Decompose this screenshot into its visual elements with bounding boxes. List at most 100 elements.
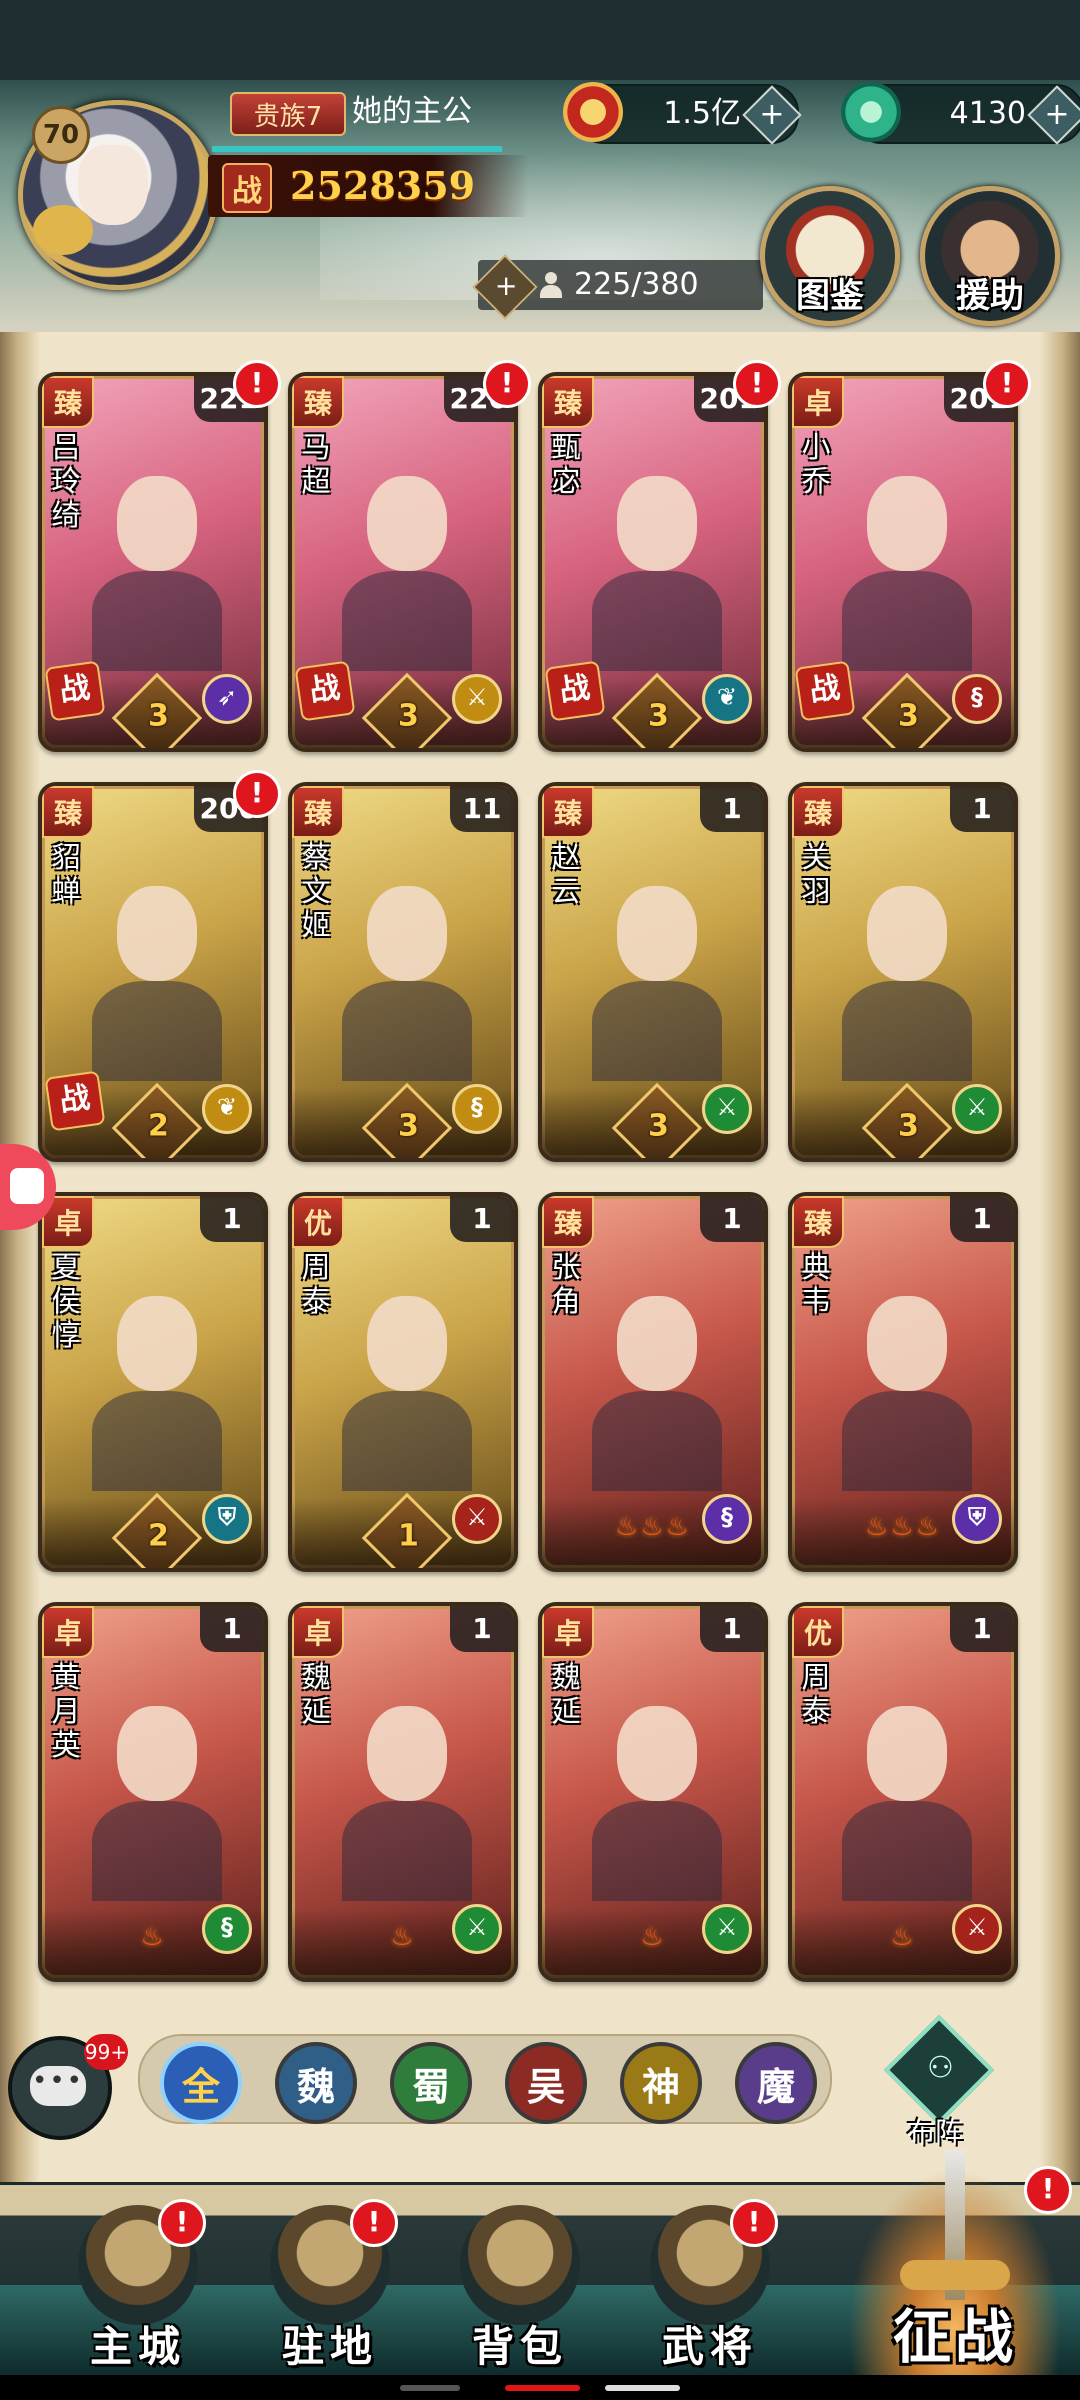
nobility-badge[interactable]: 贵族7 xyxy=(230,92,346,136)
flame-level-icons: ♨ xyxy=(140,1922,166,1952)
faction-filter-button[interactable]: 魔 xyxy=(735,2042,817,2124)
hero-card[interactable]: 臻赵云 1 ⚔ 3 xyxy=(538,782,768,1162)
hero-card[interactable]: 卓黄月英 1 § ♨ xyxy=(38,1602,268,1982)
hero-portrait xyxy=(72,836,242,1086)
hero-name: 魏延 xyxy=(551,1660,581,1728)
hero-card[interactable]: 臻关羽 1 ⚔ 3 xyxy=(788,782,1018,1162)
nav-label: 主城 xyxy=(89,2322,186,2371)
hero-card[interactable]: 卓魏延 1 ⚔ ♨ xyxy=(538,1602,768,1982)
currency-jade: 4130 + xyxy=(841,82,1080,145)
hero-name: 甄宓 xyxy=(551,430,581,498)
hero-card[interactable]: 优周泰 1 ⚔ ♨ xyxy=(788,1602,1018,1982)
hero-portrait xyxy=(322,1246,492,1496)
star-level-value: 3 xyxy=(147,698,169,734)
jade-dragon-icon xyxy=(841,82,901,142)
leaf-icon: ❦ xyxy=(202,1084,252,1134)
lancer-icon: ⚔ xyxy=(452,674,502,724)
currency-copper: 1.5亿 + xyxy=(563,82,802,145)
hero-card[interactable]: 卓夏侯惇 1 ⛨ 2 xyxy=(38,1192,268,1572)
flame-level-icons: ♨ xyxy=(640,1922,666,1952)
player-name: 她的主公 xyxy=(352,94,472,129)
hero-rank-badge: 臻 xyxy=(542,376,594,428)
hero-card[interactable]: 卓魏延 1 ⚔ ♨ xyxy=(288,1602,518,1982)
plus-icon: + xyxy=(494,269,518,302)
hero-alert-badge: ! xyxy=(733,360,781,408)
chat-button[interactable]: ••• 99+ xyxy=(8,2034,128,2140)
flame-level-icons: ♨♨♨ xyxy=(865,1512,941,1542)
faction-filter-button[interactable]: 蜀 xyxy=(390,2042,472,2124)
nav-garrison-button[interactable]: 驻地! xyxy=(250,2195,410,2375)
hero-card[interactable]: 臻吕玲绮 221 战 ➶ 3 xyxy=(38,372,268,752)
hero-portrait xyxy=(72,1246,242,1496)
hero-card[interactable]: 臻貂蝉 200 战 ❦ 2 xyxy=(38,782,268,1162)
campaign-button[interactable]: 征战 ! xyxy=(830,2140,1080,2380)
xp-bar-fill xyxy=(212,146,502,152)
hero-name: 黄月英 xyxy=(51,1660,81,1762)
roster-capacity: + 225/380 xyxy=(472,254,763,320)
hero-rank-badge: 臻 xyxy=(292,786,344,838)
faction-filter-button[interactable]: 神 xyxy=(620,2042,702,2124)
in-battle-badge: 战 xyxy=(44,1070,106,1132)
hero-name: 蔡文姬 xyxy=(301,840,331,942)
hero-level: 1 xyxy=(700,786,764,832)
add-jade-button[interactable]: + xyxy=(1027,85,1080,145)
hero-name: 魏延 xyxy=(301,1660,331,1728)
star-level-value: 2 xyxy=(147,1518,169,1554)
hero-card[interactable]: 卓小乔 201 战 § 3 xyxy=(788,372,1018,752)
hero-portrait xyxy=(822,1656,992,1906)
hero-alert-badge: ! xyxy=(483,360,531,408)
codex-label: 图鉴 xyxy=(796,276,864,316)
faction-filter-button[interactable]: 吴 xyxy=(505,2042,587,2124)
hero-level: 1 xyxy=(450,1606,514,1652)
expand-roster-button[interactable]: + xyxy=(472,254,538,320)
backpack-icon xyxy=(460,2205,580,2325)
add-copper-button[interactable]: + xyxy=(742,85,802,145)
nav-label: 驻地 xyxy=(281,2322,378,2371)
hero-rank-badge: 臻 xyxy=(42,376,94,428)
hero-name: 貂蝉 xyxy=(51,840,81,908)
in-battle-badge: 战 xyxy=(294,660,356,722)
hero-rank-badge: 臻 xyxy=(542,786,594,838)
hero-portrait xyxy=(822,426,992,676)
hero-portrait xyxy=(822,1246,992,1496)
faction-filter-button[interactable]: 全 xyxy=(160,2042,242,2124)
hero-rank-badge: 卓 xyxy=(542,1606,594,1658)
codex-button[interactable]: 图鉴 xyxy=(760,186,900,326)
hero-card[interactable]: 臻张角 1 § ♨♨♨ xyxy=(538,1192,768,1572)
star-level-value: 3 xyxy=(647,698,669,734)
hero-roster-panel: 臻吕玲绮 221 战 ➶ 3! 臻马超 220 战 ⚔ 3! 臻甄宓 201 战 ❦ 3! 卓小乔 201 战 § 3… xyxy=(0,332,1080,2182)
hero-rank-badge: 卓 xyxy=(292,1606,344,1658)
hero-card[interactable]: 臻甄宓 201 战 ❦ 3 xyxy=(538,372,768,752)
hero-level: 1 xyxy=(700,1196,764,1242)
nav-alert-badge: ! xyxy=(350,2199,398,2247)
hero-name: 小乔 xyxy=(801,430,831,498)
nav-main-city-button[interactable]: 主城! xyxy=(58,2195,218,2375)
hero-rank-badge: 卓 xyxy=(792,376,844,428)
hero-card[interactable]: 优周泰 1 ⚔ 1 xyxy=(288,1192,518,1572)
troops-icon: ⚇ xyxy=(883,2014,995,2126)
hero-portrait xyxy=(322,836,492,1086)
flame-level-icons: ♨ xyxy=(390,1922,416,1952)
player-level-badge: 70 xyxy=(32,106,90,164)
nav-generals-button[interactable]: 武将! xyxy=(630,2195,790,2375)
lancer-icon: ⚔ xyxy=(452,1494,502,1544)
hero-name: 吕玲绮 xyxy=(51,430,81,532)
hero-card[interactable]: 臻蔡文姬 11 § 3 xyxy=(288,782,518,1162)
gesture-segment-active xyxy=(505,2385,580,2391)
star-level-value: 1 xyxy=(397,1518,419,1554)
hero-card[interactable]: 臻马超 220 战 ⚔ 3 xyxy=(288,372,518,752)
hero-card[interactable]: 臻典韦 1 ⛨ ♨♨♨ xyxy=(788,1192,1018,1572)
flame-level-icons: ♨ xyxy=(890,1922,916,1952)
nav-alert-badge: ! xyxy=(730,2199,778,2247)
nav-alert-badge: ! xyxy=(158,2199,206,2247)
faction-filter-button[interactable]: 魏 xyxy=(275,2042,357,2124)
lancer-icon: ⚔ xyxy=(702,1084,752,1134)
hero-level: 1 xyxy=(950,1196,1014,1242)
chat-unread-badge: 99+ xyxy=(84,2034,128,2070)
combat-power-value: 2528359 xyxy=(290,163,476,208)
formation-button[interactable]: ⚇ 布阵 xyxy=(880,2014,995,2149)
nav-backpack-button[interactable]: 背包 xyxy=(440,2195,600,2375)
hero-name: 张角 xyxy=(551,1250,581,1318)
assist-button[interactable]: 援助 xyxy=(920,186,1060,326)
hero-name: 周泰 xyxy=(301,1250,331,1318)
